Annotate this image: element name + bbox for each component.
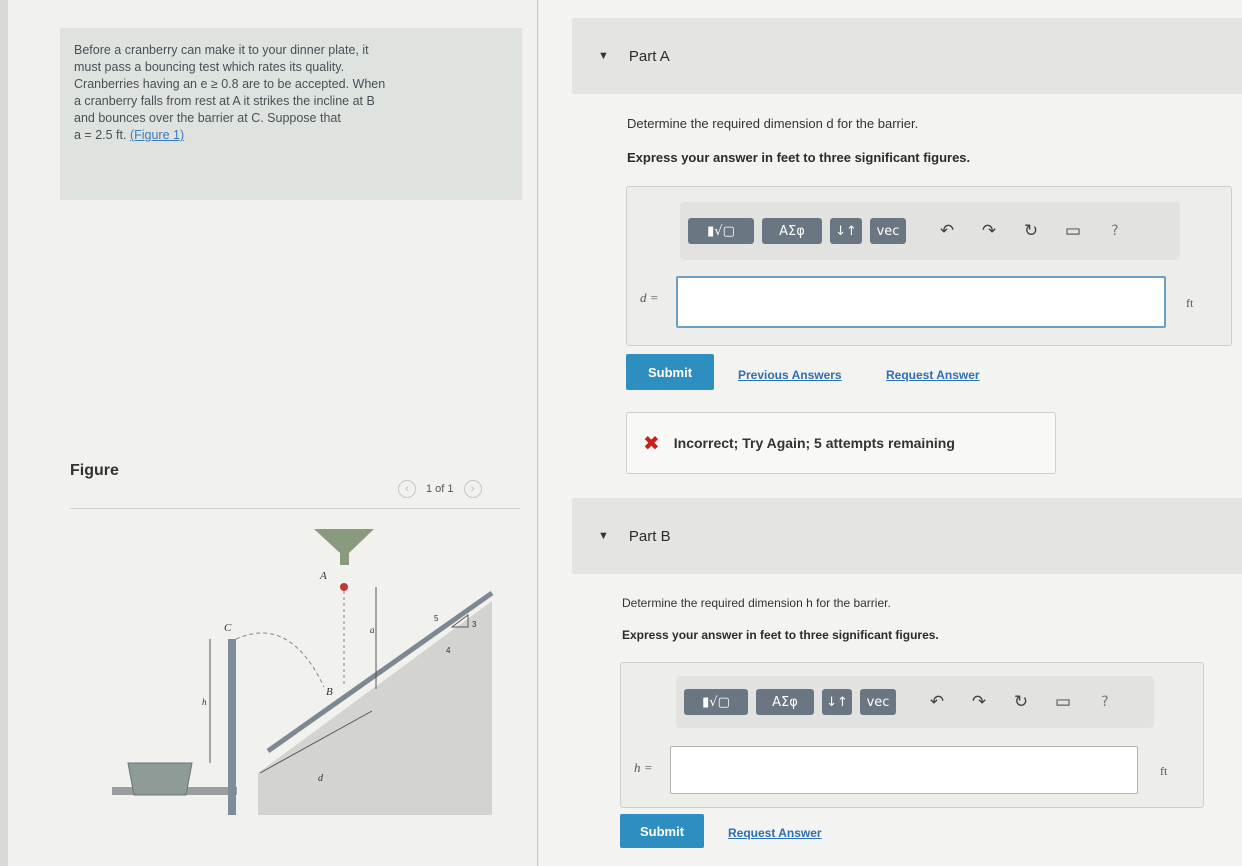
incorrect-icon: ✖ (643, 431, 660, 455)
reset-icon[interactable]: ↻ (1022, 221, 1040, 241)
part-b-submit-button[interactable]: Submit (620, 814, 704, 848)
reset-icon[interactable]: ↻ (1012, 692, 1030, 712)
part-b-request-answer-link[interactable]: Request Answer (728, 826, 822, 840)
figure-pager: ‹ 1 of 1 › (398, 480, 482, 498)
label-a-point: A (319, 570, 327, 582)
part-a-answer-label: d = (640, 290, 659, 305)
part-b-title: Part B (628, 527, 671, 545)
undo-icon[interactable]: ↶ (938, 221, 956, 241)
label-slope-run: 4 (446, 646, 451, 655)
problem-line: must pass a bouncing test which rates it… (74, 60, 345, 74)
part-a-submit-button[interactable]: Submit (626, 354, 714, 390)
feedback-message: Incorrect; Try Again; 5 attempts remaini… (673, 435, 955, 451)
templates-button[interactable]: ▮√▢ (688, 218, 754, 244)
problem-line: and bounces over the barrier at C. Suppo… (74, 111, 341, 125)
redo-icon[interactable]: ↷ (980, 221, 998, 241)
undo-icon[interactable]: ↶ (928, 692, 946, 712)
barrier-post (228, 639, 236, 815)
help-icon[interactable]: ? (1096, 694, 1114, 710)
part-a-unit: ft (1186, 296, 1194, 310)
keyboard-icon[interactable]: ▭ (1064, 221, 1082, 241)
label-slope-rise: 3 (472, 620, 477, 629)
part-b-answer-input[interactable] (670, 746, 1138, 794)
label-h: h (202, 697, 207, 707)
bowl (127, 762, 193, 796)
caret-down-icon[interactable]: ▼ (598, 530, 609, 542)
arrows-button[interactable]: ↓↑ (830, 218, 862, 244)
problem-given: a = 2.5 ft. (74, 128, 130, 142)
help-icon[interactable]: ? (1106, 223, 1124, 239)
part-b-question: Determine the required dimension h for t… (622, 596, 891, 610)
arrows-button[interactable]: ↓↑ (822, 689, 852, 715)
pager-text: 1 of 1 (426, 483, 454, 495)
vec-button[interactable]: vec (870, 218, 906, 244)
redo-icon[interactable]: ↷ (970, 692, 988, 712)
problem-statement: Before a cranberry can make it to your d… (60, 28, 522, 200)
templates-button[interactable]: ▮√▢ (684, 689, 748, 715)
part-a-request-answer-link[interactable]: Request Answer (886, 368, 980, 382)
part-a-instruction: Express your answer in feet to three sig… (627, 150, 971, 165)
problem-line: a = 2.5 ft. (Figure 1) (74, 127, 508, 144)
chevron-left-icon[interactable]: ‹ (398, 480, 416, 498)
part-a-answer-input[interactable] (676, 276, 1166, 328)
problem-line: Before a cranberry can make it to your d… (74, 43, 369, 57)
part-a-feedback: ✖ Incorrect; Try Again; 5 attempts remai… (626, 412, 1056, 474)
part-a-title: Part A (628, 47, 670, 65)
cranberry (340, 583, 348, 591)
label-b: B (326, 686, 333, 698)
part-b-answer-label: h = (634, 760, 653, 775)
caret-down-icon[interactable]: ▼ (598, 50, 609, 62)
label-a-dim: a (370, 625, 375, 635)
problem-line: a cranberry falls from rest at A it stri… (74, 94, 375, 108)
part-b-math-toolbar: ▮√▢ ΑΣφ ↓↑ vec ↶ ↷ ↻ ▭ ? (676, 676, 1154, 728)
part-a-header[interactable]: ▼ Part A (572, 18, 1242, 94)
part-b-header[interactable]: ▼ Part B (572, 498, 1242, 574)
figure-divider (70, 508, 520, 509)
figure-image: A B C a h d 5 3 4 (100, 515, 500, 815)
incline-block (258, 601, 492, 815)
problem-line: Cranberries having an e ≥ 0.8 are to be … (74, 77, 386, 91)
funnel (314, 529, 374, 565)
greek-symbols-button[interactable]: ΑΣφ (756, 689, 814, 715)
part-b-instruction: Express your answer in feet to three sig… (622, 628, 939, 642)
previous-answers-link[interactable]: Previous Answers (738, 368, 842, 382)
part-b-unit: ft (1160, 764, 1168, 778)
part-a-question: Determine the required dimension d for t… (627, 116, 919, 131)
figure-heading: Figure (70, 462, 119, 479)
label-c: C (224, 622, 232, 634)
trajectory (235, 632, 325, 688)
vec-button[interactable]: vec (860, 689, 896, 715)
figure-link[interactable]: (Figure 1) (130, 128, 184, 142)
problem-pane: Before a cranberry can make it to your d… (0, 0, 538, 866)
keyboard-icon[interactable]: ▭ (1054, 692, 1072, 712)
greek-symbols-button[interactable]: ΑΣφ (762, 218, 822, 244)
label-slope-hyp: 5 (434, 614, 439, 623)
chevron-right-icon[interactable]: › (463, 480, 482, 498)
part-a-math-toolbar: ▮√▢ ΑΣφ ↓↑ vec ↶ ↷ ↻ ▭ ? (680, 202, 1180, 260)
left-edge (0, 0, 8, 866)
